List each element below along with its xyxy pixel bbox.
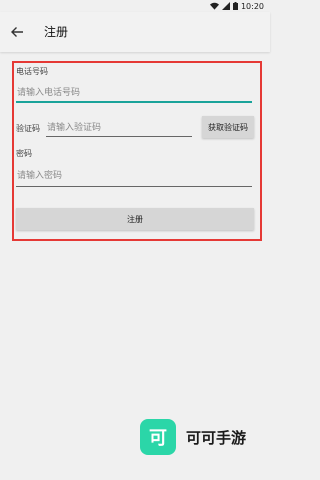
back-arrow-icon[interactable] (10, 25, 24, 39)
page-title: 注册 (44, 25, 69, 39)
password-input-underline (16, 186, 252, 187)
phone-label: 电话号码 (16, 67, 48, 76)
register-button[interactable]: 注册 (16, 208, 254, 230)
wifi-icon (209, 2, 219, 10)
signal-icon (221, 2, 230, 10)
phone-input-underline (16, 101, 252, 103)
verification-code-input[interactable] (47, 121, 191, 135)
brand-logo: 可 (140, 419, 176, 455)
password-label: 密码 (16, 149, 32, 158)
brand-name: 可可手游 (186, 428, 247, 447)
brand-watermark: 可 可可手游 (140, 416, 246, 458)
brand-logo-char: 可 (149, 428, 167, 449)
get-code-button[interactable]: 获取验证码 (202, 116, 254, 138)
status-bar: 10:20 (0, 0, 270, 12)
status-time: 10:20 (240, 1, 264, 11)
code-input-underline (46, 136, 192, 137)
password-input[interactable] (17, 169, 251, 183)
battery-icon (232, 2, 238, 10)
status-icons: 10:20 (209, 1, 264, 11)
code-label: 验证码 (16, 124, 40, 133)
phone-input[interactable] (17, 86, 251, 100)
toolbar: 注册 (0, 12, 270, 52)
